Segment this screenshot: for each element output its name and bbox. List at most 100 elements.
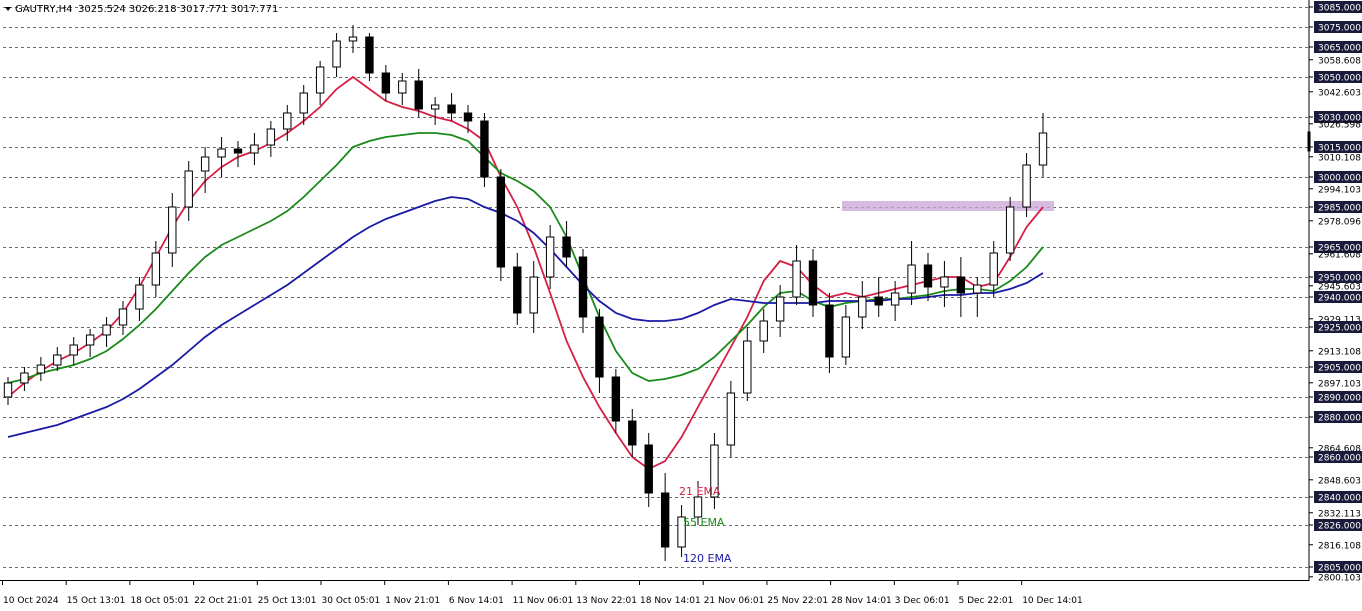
candle-body [3, 382, 13, 398]
time-tick-label: 28 Nov 14:01 [831, 596, 892, 606]
ema120-label: 120 EMA [683, 552, 732, 565]
candle-body [480, 120, 489, 178]
candle-body [217, 148, 226, 158]
price-level-label: 3075.000 [1318, 24, 1361, 34]
price-level-label: 2905.000 [1318, 364, 1361, 374]
candle-body [36, 364, 46, 374]
price-level-label: 2985.000 [1318, 204, 1361, 214]
candle-body [529, 276, 538, 314]
symbol-label: GAUTRY,H4 [15, 4, 73, 15]
price-tick-label: 2994.103 [1318, 185, 1361, 195]
candle-body [200, 156, 210, 172]
candle-body [545, 236, 555, 278]
candle-body [348, 36, 358, 42]
candle-body [825, 304, 834, 358]
price-level-label: 2880.000 [1318, 414, 1361, 424]
price-level-label: 3085.000 [1318, 4, 1361, 14]
candle-body [20, 372, 29, 384]
candle-body [858, 296, 867, 318]
candle-body [989, 252, 998, 286]
time-tick-label: 6 Nov 14:01 [449, 596, 504, 606]
price-tick-label: 2945.603 [1318, 282, 1361, 292]
candle-body [513, 266, 522, 314]
candle-body [693, 496, 703, 518]
candle-body [890, 292, 900, 306]
candle-body [595, 316, 604, 378]
price-level-label: 3000.000 [1318, 174, 1361, 184]
time-tick-label: 5 Dec 22:01 [959, 596, 1014, 606]
price-level-label: 3015.000 [1318, 144, 1361, 154]
candle-body [135, 284, 144, 310]
ema21-label: 21 EMA [679, 485, 721, 498]
candle-body [447, 104, 456, 114]
candle-body [611, 376, 621, 422]
price-tick-label: 3010.108 [1318, 153, 1361, 163]
time-tick-label: 30 Oct 05:01 [322, 596, 381, 606]
time-tick-label: 18 Oct 05:01 [130, 596, 189, 606]
price-level-label: 2925.000 [1318, 324, 1361, 334]
candle-body [973, 284, 982, 294]
candle-body [628, 420, 637, 446]
candle-body [463, 112, 473, 122]
price-tick-label: 3026.598 [1318, 120, 1361, 130]
price-level-label: 2840.000 [1318, 494, 1361, 504]
candle-body [1038, 132, 1048, 166]
candle-body [743, 340, 752, 394]
candle-body [283, 112, 292, 130]
candle-body [118, 308, 128, 326]
candle-body [907, 264, 916, 294]
candle-body [299, 92, 308, 114]
price-level-label: 2860.000 [1318, 454, 1361, 464]
candle-body [956, 276, 966, 294]
price-tick-label: 2897.103 [1318, 379, 1361, 389]
time-tick-label: 11 Nov 06:01 [513, 596, 574, 606]
price-tick-label: 2913.108 [1318, 347, 1361, 357]
price-chart: 3085.000 3075.000 3065.000 3058.608 3050.000… [0, 0, 1362, 611]
price-level-label: 2890.000 [1318, 394, 1361, 404]
candle-body [940, 276, 949, 288]
time-tick-label: 3 Dec 06:01 [895, 596, 950, 606]
time-tick-label: 15 Oct 13:01 [67, 596, 126, 606]
candle-body [726, 392, 736, 446]
time-tick-label: 13 Nov 22:01 [576, 596, 637, 606]
price-level-label: 2940.000 [1318, 294, 1361, 304]
price-tick-label: 2816.108 [1318, 541, 1361, 551]
time-tick-label: 21 Nov 06:01 [704, 596, 765, 606]
time-tick-label: 10 Dec 14:01 [1022, 596, 1083, 606]
candle-body [381, 72, 391, 94]
candle-body [168, 206, 177, 254]
candle-body [775, 296, 785, 322]
candle-body [644, 444, 653, 494]
candle-body [315, 66, 325, 94]
candle-body [266, 128, 276, 146]
price-tick-label: 2961.608 [1318, 250, 1361, 260]
candle-body [332, 40, 341, 68]
ohlc-values: 3025.524 3026.218 3017.771 3017.771 [78, 4, 278, 15]
candle-body [841, 316, 851, 358]
candle-body [414, 80, 423, 110]
candle-body [430, 104, 440, 110]
price-level-label: 3050.000 [1318, 74, 1361, 84]
resistance-zone [842, 201, 1054, 211]
candle-body [1005, 206, 1015, 254]
time-tick-label: 25 Nov 22:01 [767, 596, 828, 606]
candle-body [233, 148, 243, 154]
price-tick-label: 2978.096 [1318, 217, 1361, 227]
candle-body [398, 80, 407, 94]
candle-body [365, 36, 374, 74]
candle-body [102, 324, 111, 336]
price-tick-label: 3042.603 [1318, 88, 1361, 98]
candle-body [578, 256, 588, 318]
time-tick-label: 22 Oct 21:01 [194, 596, 253, 606]
price-tick-label: 2800.103 [1318, 573, 1361, 583]
candle-body [660, 492, 670, 548]
candle-body [1022, 164, 1031, 208]
candle-body [250, 144, 259, 154]
price-tick-label: 2848.603 [1318, 476, 1361, 486]
candle-body [792, 260, 801, 298]
candle-body [496, 176, 506, 268]
price-level-label: 2826.000 [1318, 522, 1361, 532]
candle-body [151, 252, 161, 286]
price-tick-label: 2832.113 [1318, 509, 1361, 519]
time-tick-label: 25 Oct 13:01 [258, 596, 317, 606]
